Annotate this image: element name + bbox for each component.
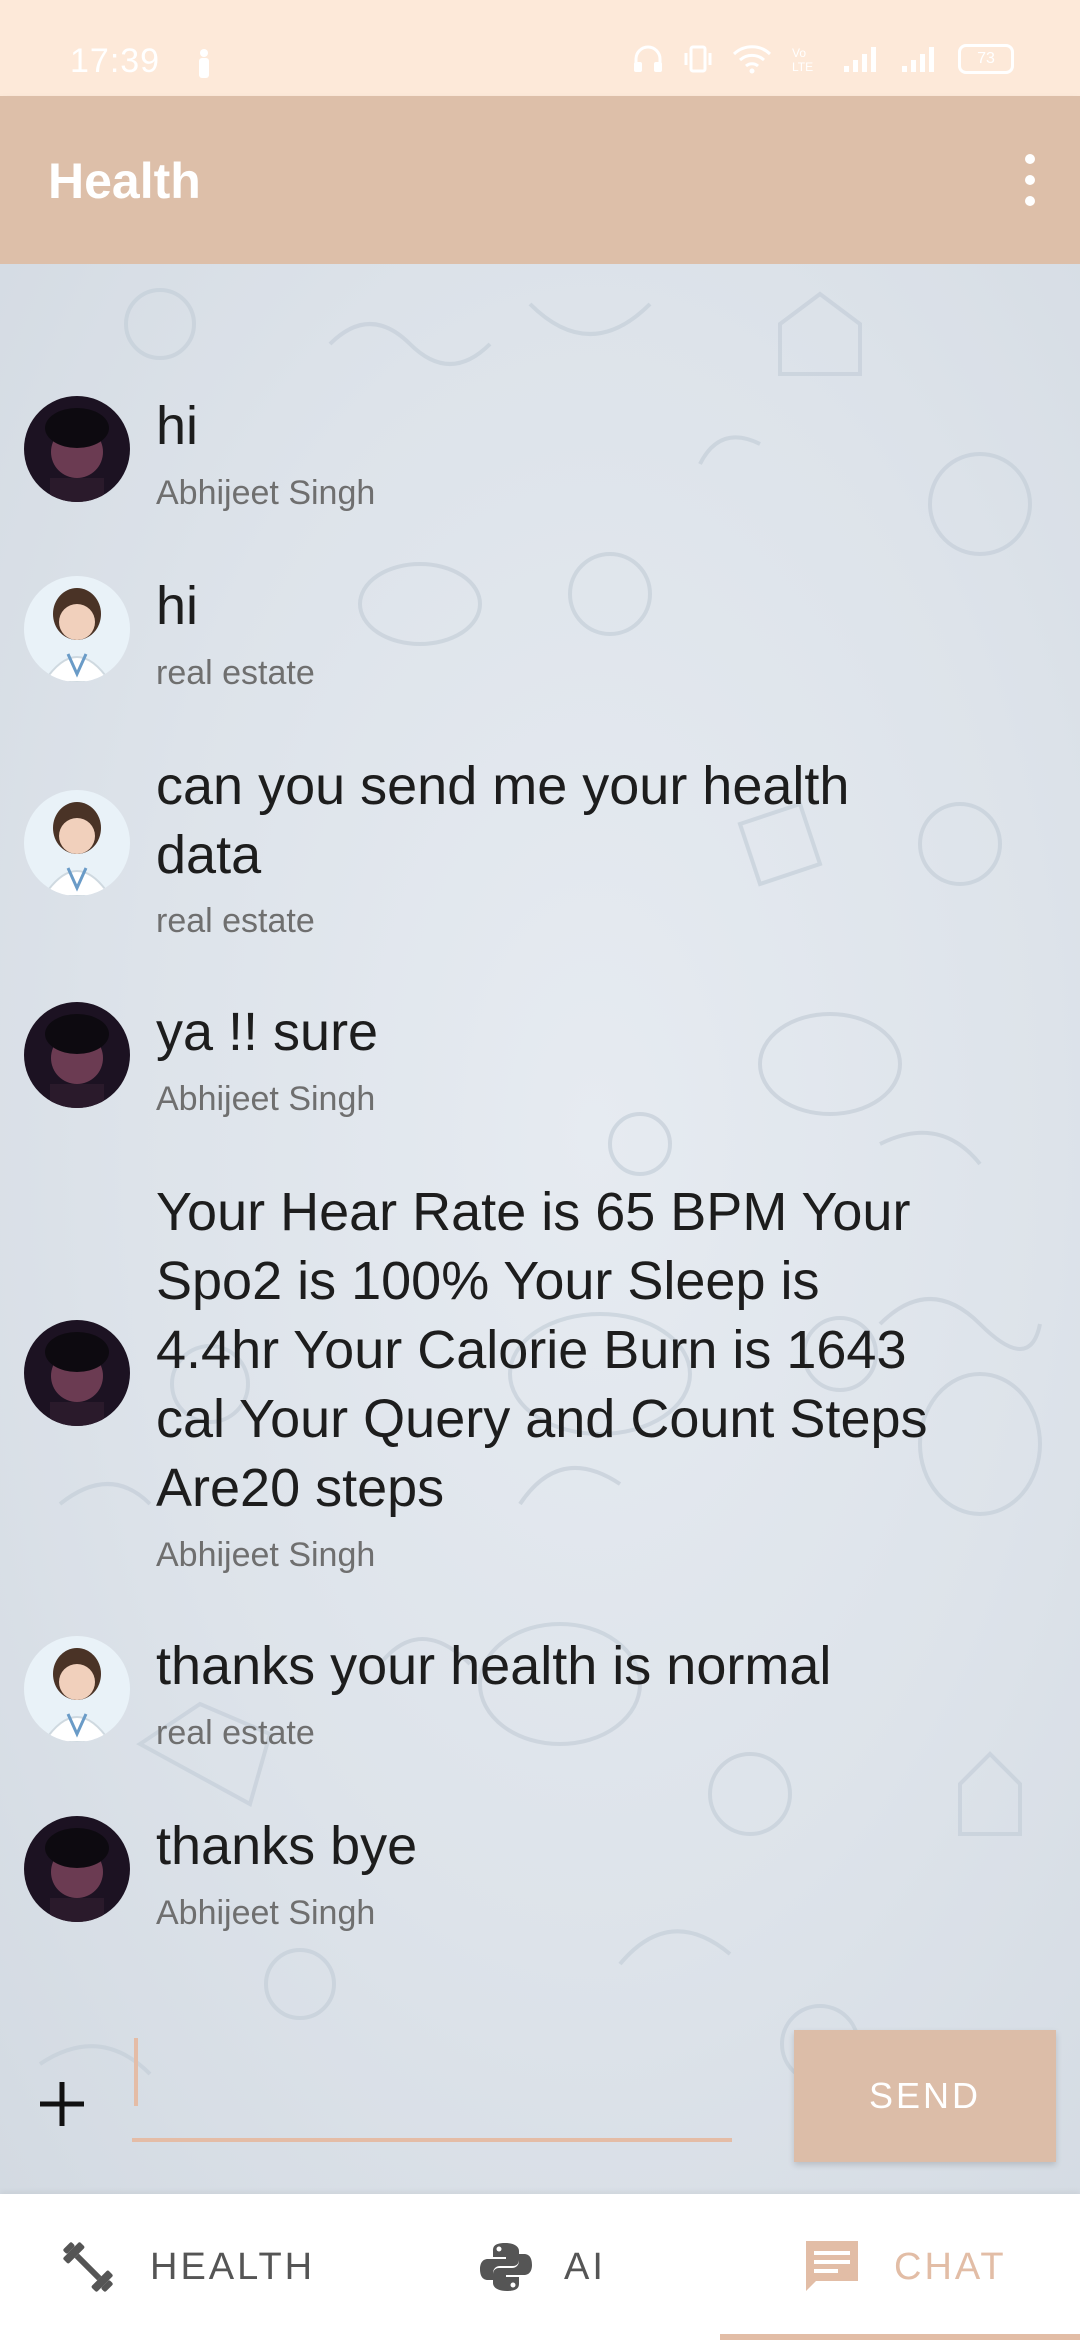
avatar[interactable] [24,790,130,896]
message-text: can you send me your health data [156,756,850,885]
message-text: thanks your health is normal [156,1636,832,1696]
tab-label: AI [564,2245,606,2288]
message-text: ya !! sure [156,1002,379,1062]
avatar[interactable] [24,1002,130,1108]
bottom-navigation: HEALTH AI CHAT [0,2194,1080,2340]
active-tab-indicator [720,2334,1080,2340]
avatar-doctor [24,1636,130,1742]
message-text: thanks bye [156,1816,418,1876]
message-input[interactable] [132,2030,732,2142]
avatar[interactable] [24,1816,130,1922]
avatar[interactable] [24,1320,130,1426]
page-title: Health [48,153,201,209]
tab-chat[interactable]: CHAT [800,2194,1007,2340]
status-bar: 17:39 Vo LTE 73 [0,0,1080,96]
avatar-doctor [24,790,130,896]
python-icon [480,2243,532,2291]
message-text: hi [156,576,199,636]
signal-icon-2 [902,47,934,72]
text-cursor [134,2038,138,2106]
message-text: hi [156,396,199,456]
status-time: 17:39 [70,42,161,80]
message-sender: real estate [156,654,315,692]
signal-icon [844,47,876,72]
avatar-male [24,396,130,502]
status-icons: Vo LTE 73 [632,44,1014,74]
tab-label: HEALTH [150,2245,316,2288]
avatar-male [24,1002,130,1108]
chat-area[interactable]: hi Abhijeet Singh hi real estate can you… [0,264,1080,2194]
vibrate-icon [684,45,712,73]
avatar[interactable] [24,1636,130,1742]
battery-icon: 73 [958,44,1014,74]
more-vert-icon[interactable] [1010,152,1050,208]
headphones-icon [634,45,662,72]
tab-ai[interactable]: AI [478,2194,606,2340]
message-sender: Abhijeet Singh [156,1080,376,1118]
plus-icon[interactable] [34,2076,90,2132]
volte-icon: Vo LTE [792,46,813,74]
message-composer: SEND [0,2020,1080,2190]
message-sender: Abhijeet Singh [156,474,376,512]
tab-health[interactable]: HEALTH [56,2194,315,2340]
wifi-icon [732,45,772,74]
message-text: Your Hear Rate is 65 BPM Your Spo2 is 10… [156,1182,928,1518]
dumbbell-icon [63,2242,113,2292]
person-icon [199,49,209,78]
svg-text:Vo: Vo [792,46,806,60]
message-sender: Abhijeet Singh [156,1536,376,1574]
message-sender: real estate [156,902,315,940]
app-bar: Health [0,96,1080,264]
avatar[interactable] [24,576,130,682]
avatar-male [24,1320,130,1426]
message-sender: Abhijeet Singh [156,1894,376,1932]
tab-label: CHAT [894,2245,1007,2288]
message-sender: real estate [156,1714,315,1752]
avatar-male [24,1816,130,1922]
svg-text:LTE: LTE [792,60,813,74]
avatar-doctor [24,576,130,682]
chat-icon [806,2241,858,2291]
send-button[interactable]: SEND [794,2030,1056,2162]
avatar[interactable] [24,396,130,502]
